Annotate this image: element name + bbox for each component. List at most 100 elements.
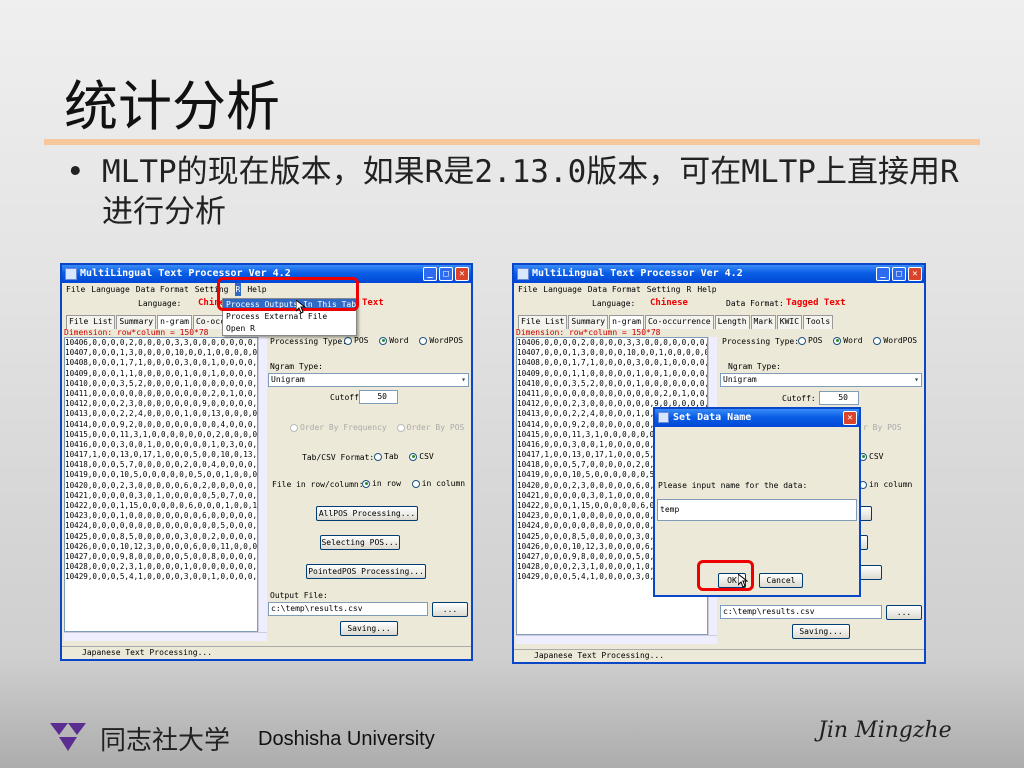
menu-setting[interactable]: Setting bbox=[647, 283, 681, 296]
cutoff-spinner[interactable]: 50 bbox=[359, 390, 398, 404]
processing-type-label: Processing Type: bbox=[722, 337, 800, 346]
list-row: 10415,0,0,0,11,3,1,0,0,0,0,0,0,0,2,0,0,0… bbox=[65, 429, 258, 439]
radio-in-column[interactable] bbox=[411, 479, 420, 488]
right-window-titlebar[interactable]: MultiLingual Text Processor Ver 4.2 _ □ … bbox=[514, 265, 924, 283]
format-value-partial: Text bbox=[362, 298, 384, 308]
list-row: 10413,0,0,0,2,2,4,0,0,0,0,1,0,0,13,0,0,0… bbox=[65, 409, 258, 419]
list-row: 10410,0,0,0,3,5,2,0,0,0,0,1,0,0,0,0,0,0,… bbox=[517, 378, 707, 388]
menu-data-format[interactable]: Data Format bbox=[588, 283, 641, 296]
tab-cooccurrence[interactable]: Co-occurrence bbox=[644, 315, 714, 329]
saving-button[interactable]: Saving... bbox=[340, 621, 398, 636]
list-row: 10427,0,0,0,9,8,0,0,0,0,0,5,0,0,8,0,0,0,… bbox=[65, 551, 258, 561]
list-vertical-scrollbar[interactable] bbox=[258, 337, 267, 632]
right-tab-strip: File List Summary n-gram Co-occurrence L… bbox=[516, 315, 834, 329]
mouse-cursor-icon bbox=[296, 300, 306, 314]
menu-file[interactable]: File bbox=[518, 283, 537, 296]
radio-in-row[interactable] bbox=[362, 479, 370, 488]
radio-csv[interactable] bbox=[409, 452, 418, 461]
tab-summary[interactable]: Summary bbox=[116, 315, 157, 329]
allpos-processing-button[interactable]: AllPOS Processing... bbox=[316, 506, 418, 521]
cutoff-label: Cutoff: bbox=[782, 394, 816, 403]
list-row: 10406,0,0,0,0,2,0,0,0,0,3,3,0,0,0,0,0,0,… bbox=[65, 338, 258, 347]
tab-file-list[interactable]: File List bbox=[66, 315, 116, 329]
menu-language[interactable]: Language bbox=[91, 283, 130, 296]
radio-wordpos[interactable] bbox=[419, 336, 428, 345]
cutoff-spinner[interactable]: 50 bbox=[819, 391, 859, 405]
university-name-cn: 同志社大学 bbox=[100, 726, 231, 756]
university-name-en: Doshisha University bbox=[258, 728, 435, 750]
list-row: 10406,0,0,0,0,2,0,0,0,0,3,3,0,0,0,0,0,0,… bbox=[517, 338, 707, 347]
file-in-label: File in row/column: bbox=[272, 480, 364, 489]
browse-button[interactable]: ... bbox=[432, 602, 468, 617]
selecting-pos-button[interactable]: Selecting POS... bbox=[320, 535, 400, 550]
data-list[interactable]: 10406,0,0,0,0,2,0,0,0,0,3,3,0,0,0,0,0,0,… bbox=[64, 337, 258, 632]
tab-mark[interactable]: Mark bbox=[750, 315, 776, 329]
list-row: 10417,1,0,0,13,0,17,1,0,0,0,5,0,0,10,0,1… bbox=[65, 450, 258, 460]
list-horizontal-scrollbar[interactable] bbox=[64, 632, 267, 641]
menu-language[interactable]: Language bbox=[543, 283, 582, 296]
data-name-input[interactable]: temp bbox=[657, 499, 857, 521]
radio-pos-label: POS bbox=[354, 336, 369, 345]
radio-wordpos-label: WordPOS bbox=[429, 336, 464, 345]
tab-ngram[interactable]: n-gram bbox=[609, 315, 644, 329]
output-file-field[interactable]: c:\temp\results.csv bbox=[268, 602, 428, 616]
tab-tools[interactable]: Tools bbox=[803, 315, 834, 329]
ngram-type-label: Ngram Type: bbox=[270, 362, 323, 371]
pointedpos-button-partial[interactable] bbox=[858, 565, 882, 580]
list-row: 10409,0,0,0,1,1,0,0,0,0,0,1,0,0,1,0,0,0,… bbox=[517, 368, 708, 378]
radio-tab[interactable] bbox=[374, 452, 382, 461]
left-app-window: MultiLingual Text Processor Ver 4.2 _ □ … bbox=[60, 263, 473, 661]
mouse-cursor-icon bbox=[738, 574, 748, 588]
close-icon[interactable]: ✕ bbox=[455, 267, 469, 281]
list-row: 10421,0,0,0,0,0,3,0,1,0,0,0,0,0,5,0,7,0,… bbox=[65, 490, 258, 500]
menu-item-open-r[interactable]: Open R bbox=[223, 323, 356, 335]
list-row: 10419,0,0,0,10,5,0,0,0,0,0,0,5,0,0,1,0,0… bbox=[65, 470, 258, 480]
list-row: 10423,0,0,0,1,0,0,0,0,0,0,0,0,6,0,0,0,0,… bbox=[65, 511, 258, 521]
tab-kwic[interactable]: KWIC bbox=[776, 315, 803, 329]
format-value: Tagged Text bbox=[786, 298, 846, 308]
ngram-type-value: Unigram bbox=[723, 375, 757, 384]
radio-pos[interactable] bbox=[798, 336, 806, 345]
minimize-icon[interactable]: _ bbox=[876, 267, 890, 281]
list-row: 10412,0,0,0,2,3,0,0,0,0,0,0,0,9,0,0,0,0,… bbox=[65, 399, 258, 409]
radio-order-frequency bbox=[290, 423, 298, 432]
saving-button[interactable]: Saving... bbox=[792, 624, 850, 639]
dialog-close-icon[interactable]: ✕ bbox=[843, 411, 857, 425]
dialog-titlebar[interactable]: Set Data Name ✕ bbox=[655, 409, 859, 427]
list-horizontal-scrollbar[interactable] bbox=[516, 635, 717, 644]
minimize-icon[interactable]: _ bbox=[423, 267, 437, 281]
right-app-window: MultiLingual Text Processor Ver 4.2 _ □ … bbox=[512, 263, 926, 664]
pointedpos-processing-button[interactable]: PointedPOS Processing... bbox=[306, 564, 426, 579]
ngram-type-select[interactable]: Unigram ▾ bbox=[268, 373, 469, 387]
bullet-point: • MLTP的现在版本，如果R是2.13.0版本，可在MLTP上直接用R进行分析 bbox=[66, 152, 966, 232]
tab-file-list[interactable]: File List bbox=[518, 315, 568, 329]
radio-word[interactable] bbox=[833, 336, 842, 345]
ngram-type-label: Ngram Type: bbox=[728, 362, 781, 371]
right-menubar: File Language Data Format Setting R Help bbox=[514, 283, 924, 296]
set-data-name-dialog: Set Data Name ✕ Please input name for th… bbox=[653, 407, 861, 597]
browse-button[interactable]: ... bbox=[886, 605, 922, 620]
tabcsv-label: Tab/CSV Format: bbox=[302, 453, 375, 462]
dimension-text: Dimension: row*column = 150*78 bbox=[516, 328, 661, 337]
output-file-field[interactable]: c:\temp\results.csv bbox=[720, 605, 882, 619]
menu-help[interactable]: Help bbox=[697, 283, 716, 296]
app-icon bbox=[517, 268, 529, 280]
menu-r[interactable]: R bbox=[687, 283, 692, 296]
menu-data-format[interactable]: Data Format bbox=[136, 283, 189, 296]
maximize-icon[interactable]: □ bbox=[892, 267, 906, 281]
bullet-marker: • bbox=[66, 154, 85, 190]
radio-word[interactable] bbox=[379, 336, 388, 345]
cancel-button[interactable]: Cancel bbox=[759, 573, 803, 588]
radio-in-row-label: in row bbox=[372, 479, 401, 488]
maximize-icon[interactable]: □ bbox=[439, 267, 453, 281]
tab-summary[interactable]: Summary bbox=[568, 315, 609, 329]
menu-file[interactable]: File bbox=[66, 283, 85, 296]
close-icon[interactable]: ✕ bbox=[908, 267, 922, 281]
tab-length[interactable]: Length bbox=[714, 315, 750, 329]
tab-ngram[interactable]: n-gram bbox=[157, 315, 192, 329]
radio-pos[interactable] bbox=[344, 336, 352, 345]
radio-wordpos[interactable] bbox=[873, 336, 882, 345]
app-icon bbox=[65, 268, 77, 280]
ngram-type-select[interactable]: Unigram ▾ bbox=[720, 373, 922, 387]
menu-item-process-external[interactable]: Process External File bbox=[223, 311, 356, 323]
